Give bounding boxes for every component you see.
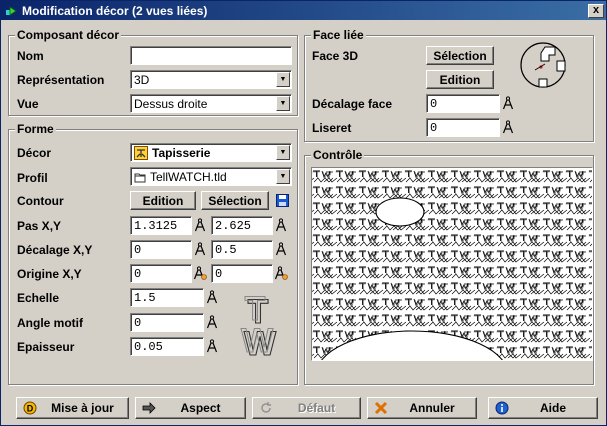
label-nom: Nom xyxy=(17,49,44,63)
representation-value: 3D xyxy=(134,72,150,87)
decor-value: Tapisserie xyxy=(152,145,211,160)
file-icon xyxy=(134,173,146,182)
label-contour: Contour xyxy=(17,194,64,208)
decalage-face-input[interactable]: 0 xyxy=(426,94,500,113)
tapisserie-icon xyxy=(134,145,148,160)
compass-icon[interactable] xyxy=(205,313,219,331)
title-bar[interactable]: Modification décor (2 vues liées) x xyxy=(1,1,606,20)
label-angle: Angle motif xyxy=(17,316,83,330)
decalage-x-input[interactable]: 0 xyxy=(130,240,192,259)
contour-edition-button[interactable]: Edition xyxy=(130,191,196,210)
label-liseret: Liseret xyxy=(312,121,352,135)
label-decor: Décor xyxy=(17,146,52,160)
dialog-window: Modification décor (2 vues liées) x Comp… xyxy=(0,0,607,426)
chevron-down-icon[interactable]: ▼ xyxy=(276,145,290,160)
svg-text:D: D xyxy=(27,404,34,414)
label-echelle: Echelle xyxy=(17,291,60,305)
contour-selection-button[interactable]: Sélection xyxy=(201,191,269,210)
window-title: Modification décor (2 vues liées) xyxy=(22,3,208,18)
group-title-face: Face liée xyxy=(311,28,366,42)
decor-select[interactable]: Tapisserie ▼ xyxy=(130,143,292,162)
mise-a-jour-button[interactable]: D Mise à jour xyxy=(16,397,129,419)
label-decalage: Décalage X,Y xyxy=(17,243,93,257)
liseret-input[interactable]: 0 xyxy=(426,118,500,137)
compass-icon[interactable] xyxy=(274,240,288,258)
origine-x-input[interactable]: 0 xyxy=(130,264,192,283)
pas-x-input[interactable]: 1.3125 xyxy=(130,216,192,235)
compass-icon[interactable] xyxy=(501,118,515,136)
group-title-controle: Contrôle xyxy=(311,148,365,162)
decalage-y-input[interactable]: 0.5 xyxy=(211,240,273,259)
face-preview-icon xyxy=(520,42,566,88)
svg-text:W: W xyxy=(241,322,274,359)
chevron-down-icon[interactable]: ▼ xyxy=(276,72,290,87)
pattern-preview xyxy=(311,167,593,361)
label-origine: Origine X,Y xyxy=(17,267,82,281)
epaisseur-input[interactable]: 0.05 xyxy=(130,337,204,356)
cancel-x-icon xyxy=(374,401,388,415)
label-epaisseur: Epaisseur xyxy=(17,340,75,354)
label-decalage-face: Décalage face xyxy=(312,97,393,111)
aide-button[interactable]: Aide xyxy=(488,397,598,419)
label-representation: Représentation xyxy=(17,73,105,87)
vue-value: Dessus droite xyxy=(134,96,208,111)
compass-icon[interactable] xyxy=(205,337,219,355)
refresh-d-icon: D xyxy=(23,401,37,415)
compass-icon[interactable] xyxy=(193,216,207,234)
app-icon xyxy=(4,4,18,18)
annuler-button[interactable]: Annuler xyxy=(367,397,477,419)
profil-value: TellWATCH.tld xyxy=(150,169,227,184)
group-title-forme: Forme xyxy=(15,122,56,136)
label-pas: Pas X,Y xyxy=(17,219,62,233)
echelle-input[interactable]: 1.5 xyxy=(130,288,204,307)
arrow-right-icon xyxy=(142,401,156,415)
compass-icon[interactable] xyxy=(274,216,288,234)
profil-select[interactable]: TellWATCH.tld ▼ xyxy=(130,167,292,186)
label-profil: Profil xyxy=(17,171,48,185)
chevron-down-icon[interactable]: ▼ xyxy=(276,96,290,111)
compass-origin-icon[interactable] xyxy=(193,264,207,282)
angle-input[interactable]: 0 xyxy=(130,313,204,332)
compass-origin-icon[interactable] xyxy=(274,264,288,282)
info-icon xyxy=(495,401,509,415)
aspect-button[interactable]: Aspect xyxy=(135,397,246,419)
label-face3d: Face 3D xyxy=(312,49,359,63)
vue-select[interactable]: Dessus droite ▼ xyxy=(130,94,292,113)
face-edition-button[interactable]: Edition xyxy=(426,70,494,89)
face-selection-button[interactable]: Sélection xyxy=(426,46,494,65)
save-icon[interactable] xyxy=(275,191,289,209)
preview-hole-small xyxy=(375,197,425,227)
pas-y-input[interactable]: 2.625 xyxy=(211,216,273,235)
reset-icon xyxy=(259,401,273,415)
compass-icon[interactable] xyxy=(193,240,207,258)
chevron-down-icon[interactable]: ▼ xyxy=(276,169,290,184)
origine-y-input[interactable]: 0 xyxy=(211,264,273,283)
profile-logo: T W T W xyxy=(240,291,277,359)
defaut-button[interactable]: Défaut xyxy=(252,397,361,419)
close-button[interactable]: x xyxy=(588,3,604,18)
compass-icon[interactable] xyxy=(205,288,219,306)
compass-icon[interactable] xyxy=(501,94,515,112)
nom-input[interactable] xyxy=(130,46,292,65)
label-vue: Vue xyxy=(17,97,39,111)
representation-select[interactable]: 3D ▼ xyxy=(130,70,292,89)
group-title-composant: Composant décor xyxy=(15,28,122,42)
